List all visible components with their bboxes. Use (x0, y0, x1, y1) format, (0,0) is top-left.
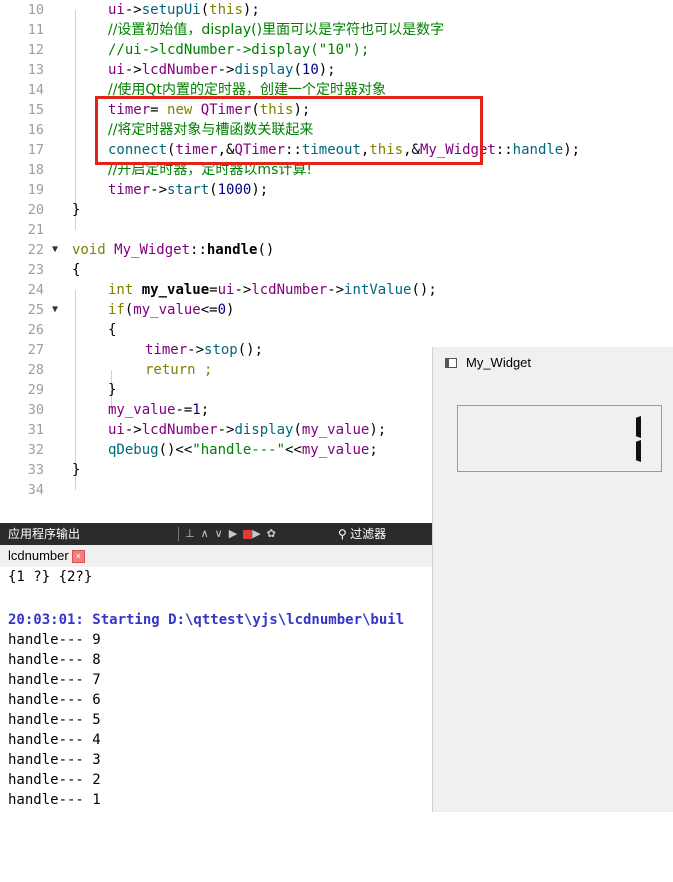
code-line: 26 { (0, 320, 673, 340)
output-line: handle--- 7 (8, 672, 101, 688)
line-number: 24 (27, 282, 44, 298)
output-line: handle--- 3 (8, 752, 101, 768)
output-line: handle--- 2 (8, 772, 101, 788)
output-line: {1 ?} {2?} (8, 569, 93, 585)
code-line: 24 int my_value=ui->lcdNumber->intValue(… (0, 280, 673, 300)
line-number: 14 (27, 82, 44, 98)
output-panel-title: 应用程序输出 (8, 527, 81, 541)
code-line: 19 timer->start(1000); (0, 180, 673, 200)
window-title: My_Widget (466, 355, 532, 370)
code-text: void My_Widget::handle() (72, 242, 275, 258)
code-text: ui->setupUi(this); (108, 2, 260, 18)
output-line: handle--- 8 (8, 652, 101, 668)
code-line: 11 //设置初始值，display()里面可以是字符也可以是数字 (0, 20, 673, 40)
line-number: 25 (27, 302, 44, 318)
code-text: { (108, 322, 117, 338)
code-text: timer->start(1000); (108, 182, 269, 198)
line-number: 22 (27, 242, 44, 258)
code-text: qDebug()<<"handle---"<<my_value; (108, 442, 378, 458)
code-text: { (72, 262, 81, 278)
fold-arrow-icon[interactable]: ▼ (52, 240, 58, 260)
output-line: handle--- 5 (8, 712, 101, 728)
close-icon[interactable]: × (71, 550, 85, 564)
code-line: 22 ▼ void My_Widget::handle() (0, 240, 673, 260)
my-widget-window[interactable]: My_Widget 1 (432, 347, 673, 812)
application-output[interactable]: {1 ?} {2?} 20:03:01: Starting D:\qttest\… (0, 567, 432, 817)
lcd-number-display: 1 (457, 405, 662, 472)
line-number: 17 (27, 142, 44, 158)
line-number: 18 (27, 162, 44, 178)
filter-placeholder: 过滤器 (350, 527, 387, 541)
line-number: 15 (27, 102, 44, 118)
comment-text: //ui->lcdNumber->display("10"); (108, 42, 370, 58)
line-number: 20 (27, 202, 44, 218)
line-number: 26 (27, 322, 44, 338)
code-line: 13 ui->lcdNumber->display(10); (0, 60, 673, 80)
search-icon: ⚲ (338, 527, 347, 541)
code-text: my_value-=1; (108, 402, 210, 418)
line-number: 19 (27, 182, 44, 198)
chevron-up-icon[interactable]: ∧ (201, 528, 215, 540)
output-line: handle--- 6 (8, 692, 101, 708)
code-line: 23 { (0, 260, 673, 280)
code-line: 20 } (0, 200, 673, 220)
lcd-segment-lower (636, 440, 641, 462)
highlight-annotation-box (95, 96, 483, 165)
run-icon[interactable]: ▶ (229, 528, 243, 540)
output-tab-bar: lcdnumber × (0, 545, 432, 567)
code-text: if(my_value<=0) (108, 302, 235, 318)
line-number: 34 (27, 482, 44, 498)
filter-input[interactable]: ⚲ 过滤器 (338, 523, 386, 545)
code-text: ui->lcdNumber->display(10); (108, 62, 336, 78)
code-line: 21 (0, 220, 673, 240)
line-number: 13 (27, 62, 44, 78)
clear-icon[interactable]: ⊥ (185, 528, 201, 540)
line-number: 28 (27, 362, 44, 378)
line-number: 27 (27, 342, 44, 358)
gear-icon[interactable]: ✿ (267, 528, 282, 540)
chevron-down-icon[interactable]: ∨ (215, 528, 229, 540)
output-line: handle--- 9 (8, 632, 101, 648)
stop-icon[interactable] (243, 529, 253, 539)
output-line: handle--- 1 (8, 792, 101, 808)
code-line: 12 //ui->lcdNumber->display("10"); (0, 40, 673, 60)
line-number: 21 (27, 222, 44, 238)
lcd-segment-upper (636, 416, 641, 438)
line-number: 11 (27, 22, 44, 38)
code-line: 25 ▼ if(my_value<=0) (0, 300, 673, 320)
line-number: 30 (27, 402, 44, 418)
toolbar-separator (178, 527, 179, 541)
output-panel-toolbar: 应用程序输出 ⊥∧∨▶ ▶✿ ⚲ 过滤器 (0, 523, 432, 545)
window-titlebar[interactable]: My_Widget (433, 347, 673, 379)
line-number: 33 (27, 462, 44, 478)
code-text: } (108, 382, 117, 398)
tab-lcdnumber[interactable]: lcdnumber × (8, 548, 85, 564)
line-number: 29 (27, 382, 44, 398)
line-number: 32 (27, 442, 44, 458)
code-line: 10 ui->setupUi(this); (0, 0, 673, 20)
line-number: 23 (27, 262, 44, 278)
output-line-starting: 20:03:01: Starting D:\qttest\yjs\lcdnumb… (8, 612, 405, 628)
code-text: } (72, 462, 81, 478)
output-toolbar-buttons: ⊥∧∨▶ ▶✿ (185, 523, 282, 545)
attach-icon[interactable]: ▶ (252, 528, 266, 540)
code-text: } (72, 202, 81, 218)
line-number: 10 (27, 2, 44, 18)
code-text: timer->stop(); (145, 342, 264, 358)
comment-text: //设置初始值，display()里面可以是字符也可以是数字 (108, 22, 445, 38)
window-app-icon (445, 358, 457, 368)
code-text: int my_value=ui->lcdNumber->intValue(); (108, 282, 437, 298)
line-number: 16 (27, 122, 44, 138)
fold-arrow-icon[interactable]: ▼ (52, 300, 58, 320)
tab-label: lcdnumber (8, 548, 69, 563)
line-number: 12 (27, 42, 44, 58)
line-number: 31 (27, 422, 44, 438)
code-text: return ; (145, 362, 213, 378)
output-line: handle--- 4 (8, 732, 101, 748)
code-text: ui->lcdNumber->display(my_value); (108, 422, 387, 438)
